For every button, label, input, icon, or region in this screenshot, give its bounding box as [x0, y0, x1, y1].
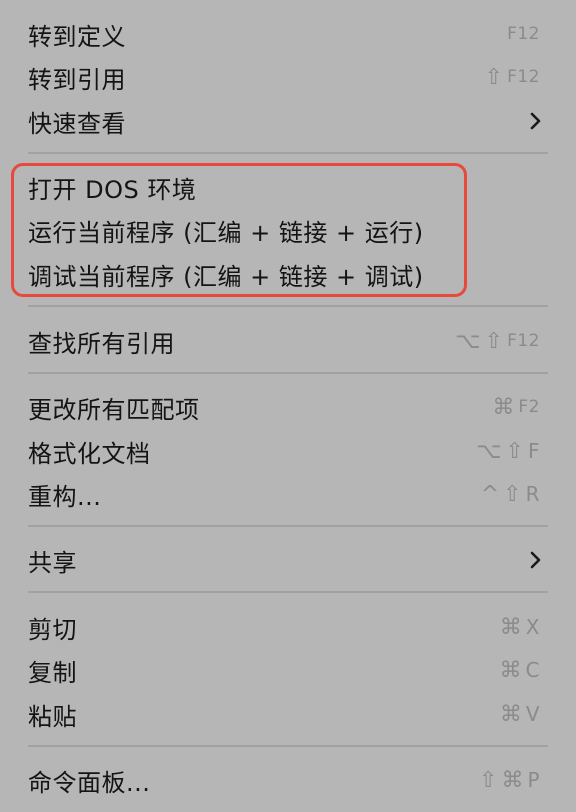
command-key-icon: ⌘ [499, 614, 522, 640]
menu-separator [28, 591, 548, 593]
menu-separator [28, 372, 548, 374]
menu-item-change-all-occurrences[interactable]: 更改所有匹配项 ⌘ F2 [28, 387, 540, 427]
shift-key-icon: ⇧ [479, 767, 498, 793]
menu-item-label: 打开 DOS 环境 [28, 175, 197, 204]
menu-item-open-dos[interactable]: 打开 DOS 环境 [28, 167, 540, 207]
command-key-icon: ⌘ [501, 767, 524, 793]
menu-item-go-to-definition[interactable]: 转到定义 F12 [28, 14, 540, 54]
menu-item-paste[interactable]: 粘贴 ⌘ V [28, 694, 540, 734]
command-key-icon: ⌘ [499, 701, 522, 727]
menu-item-copy[interactable]: 复制 ⌘ C [28, 650, 540, 690]
menu-separator [28, 305, 548, 307]
option-key-icon: ⌥ [476, 438, 502, 464]
shortcut-label: ⌘ X [499, 614, 540, 640]
menu-item-label: 重构... [28, 482, 102, 511]
menu-item-label: 粘贴 [28, 702, 77, 731]
menu-item-label: 更改所有匹配项 [28, 395, 200, 424]
menu-item-label: 快速查看 [28, 109, 126, 138]
menu-item-share[interactable]: 共享 [28, 540, 541, 580]
context-menu: 转到定义 F12 转到引用 ⇧ F12 快速查看 打开 DOS 环境 运行当前程序… [0, 0, 576, 812]
shortcut-label: ^ ⇧ R [480, 481, 540, 507]
menu-item-label: 格式化文档 [28, 439, 151, 468]
menu-item-peek[interactable]: 快速查看 [28, 101, 541, 141]
shortcut-label: ⌥ ⇧ F12 [455, 328, 540, 354]
shortcut-label: ⌘ F2 [492, 394, 540, 420]
menu-item-label: 命令面板... [28, 768, 151, 797]
menu-item-find-all-references[interactable]: 查找所有引用 ⌥ ⇧ F12 [28, 321, 540, 361]
shift-key-icon: ⇧ [484, 64, 504, 90]
shortcut-label: ⇧ ⌘ P [479, 767, 540, 793]
shortcut-label: ⌘ V [499, 701, 540, 727]
shift-key-icon: ⇧ [484, 328, 504, 354]
menu-item-label: 复制 [28, 658, 77, 687]
menu-item-label: 运行当前程序 (汇编 + 链接 + 运行) [28, 218, 424, 247]
option-key-icon: ⌥ [455, 328, 481, 354]
menu-item-label: 共享 [28, 548, 77, 577]
shortcut-label: F12 [507, 24, 540, 44]
menu-item-label: 调试当前程序 (汇编 + 链接 + 调试) [28, 262, 424, 291]
shortcut-label: ⌥ ⇧ F [476, 438, 540, 464]
menu-item-command-palette[interactable]: 命令面板... ⇧ ⌘ P [28, 760, 540, 800]
command-key-icon: ⌘ [499, 657, 522, 683]
chevron-right-icon [526, 111, 546, 131]
menu-item-refactor[interactable]: 重构... ^ ⇧ R [28, 474, 540, 514]
menu-separator [28, 525, 548, 527]
menu-item-label: 转到引用 [28, 65, 126, 94]
menu-item-format-document[interactable]: 格式化文档 ⌥ ⇧ F [28, 431, 540, 471]
menu-item-label: 剪切 [28, 615, 77, 644]
menu-separator [28, 745, 548, 747]
menu-item-label: 转到定义 [28, 22, 126, 51]
shortcut-label: ⇧ F12 [484, 64, 540, 90]
menu-item-debug-program[interactable]: 调试当前程序 (汇编 + 链接 + 调试) [28, 254, 540, 294]
menu-item-go-to-references[interactable]: 转到引用 ⇧ F12 [28, 57, 540, 97]
shift-key-icon: ⇧ [505, 438, 524, 464]
shortcut-label: ⌘ C [499, 657, 540, 683]
menu-item-cut[interactable]: 剪切 ⌘ X [28, 607, 540, 647]
chevron-right-icon [526, 550, 546, 570]
menu-item-label: 查找所有引用 [28, 329, 175, 358]
shift-key-icon: ⇧ [503, 481, 522, 507]
menu-separator [28, 152, 548, 154]
command-key-icon: ⌘ [492, 394, 515, 420]
menu-item-run-program[interactable]: 运行当前程序 (汇编 + 链接 + 运行) [28, 210, 540, 250]
control-key-icon: ^ [480, 481, 500, 507]
